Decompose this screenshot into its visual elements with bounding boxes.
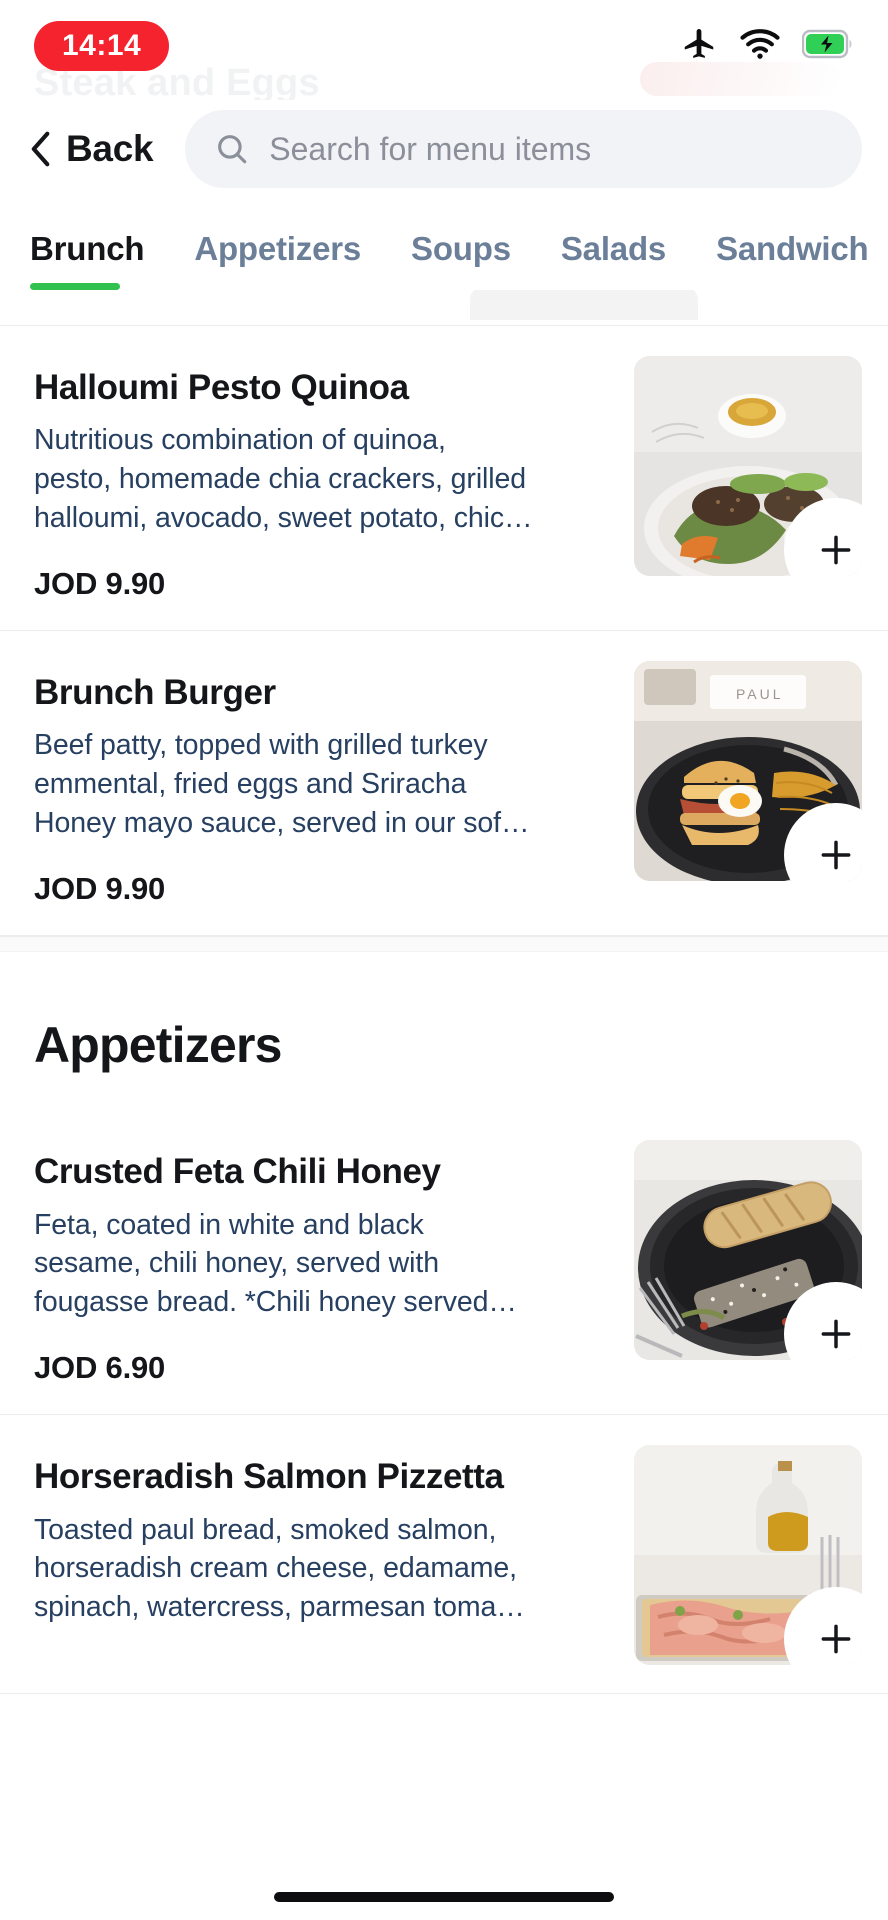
menu-item-row[interactable]: Crusted Feta Chili Honey Feta, coated in… xyxy=(0,1110,888,1416)
desc-line: horseradish cream cheese, edamame, xyxy=(34,1552,517,1585)
menu-item-info: Crusted Feta Chili Honey Feta, coated in… xyxy=(34,1140,608,1386)
menu-item-price: JOD 6.90 xyxy=(34,1350,166,1386)
search-icon xyxy=(215,132,249,166)
desc-line: Toasted paul bread, smoked salmon, xyxy=(34,1513,497,1546)
desc-line: fougasse bread. *Chili honey served… xyxy=(34,1285,517,1318)
airplane-mode-icon xyxy=(680,25,718,68)
plus-icon xyxy=(821,535,851,565)
desc-line: Beef patty, topped with grilled turkey xyxy=(34,729,488,762)
tab-label: Soups xyxy=(411,230,511,267)
app-screen: Steak and Eggs 14:14 Back Search for men… xyxy=(0,0,888,1920)
desc-line: halloumi, avocado, sweet potato, chic… xyxy=(34,501,533,534)
tab-sandwich[interactable]: Sandwich xyxy=(716,230,888,290)
menu-item-thumbnail[interactable] xyxy=(634,356,862,576)
menu-item-info: Brunch Burger Beef patty, topped with gr… xyxy=(34,661,608,907)
status-time: 14:14 xyxy=(34,21,170,71)
tab-salads[interactable]: Salads xyxy=(561,230,694,290)
search-bar[interactable] xyxy=(185,110,862,188)
menu-item-description: Feta, coated in white and black sesame, … xyxy=(34,1209,608,1325)
category-tabs: Brunch Appetizers Soups Salads Sandwich xyxy=(0,198,888,290)
scrolled-item-peek xyxy=(470,286,698,320)
menu-item-price: JOD 9.90 xyxy=(34,566,166,602)
menu-item-name: Halloumi Pesto Quinoa xyxy=(34,368,409,407)
back-button[interactable]: Back xyxy=(26,124,163,174)
plus-icon xyxy=(821,840,851,870)
back-label: Back xyxy=(66,128,154,169)
tab-label: Sandwich xyxy=(716,230,869,267)
menu-item-name: Crusted Feta Chili Honey xyxy=(34,1152,441,1192)
desc-line: emmental, fried eggs and Sriracha xyxy=(34,768,467,800)
tab-appetizers[interactable]: Appetizers xyxy=(194,230,389,290)
tab-brunch[interactable]: Brunch xyxy=(30,230,172,290)
svg-text:PAUL: PAUL xyxy=(736,686,784,702)
top-navigation-bar: Back xyxy=(0,100,888,198)
menu-item-row[interactable]: Halloumi Pesto Quinoa Nutritious combina… xyxy=(0,326,888,632)
status-bar: 14:14 xyxy=(0,0,888,92)
menu-item-name: Brunch Burger xyxy=(34,673,276,713)
menu-item-thumbnail[interactable] xyxy=(634,1140,862,1361)
active-tab-indicator xyxy=(30,283,120,290)
menu-item-description: Beef patty, topped with grilled turkey e… xyxy=(34,729,608,845)
tabs-divider xyxy=(0,325,888,326)
menu-item-info: Halloumi Pesto Quinoa Nutritious combina… xyxy=(34,356,608,602)
menu-item-name: Horseradish Salmon Pizzetta xyxy=(34,1457,504,1497)
section-title: Appetizers xyxy=(34,1017,282,1074)
section-header: Appetizers xyxy=(0,952,888,1111)
tab-label: Brunch xyxy=(30,230,145,267)
home-indicator xyxy=(274,1892,614,1902)
desc-line: Feta, coated in white and black xyxy=(34,1208,424,1241)
menu-item-row[interactable]: Horseradish Salmon Pizzetta Toasted paul… xyxy=(0,1415,888,1695)
section-separator xyxy=(0,936,888,953)
menu-item-info: Horseradish Salmon Pizzetta Toasted paul… xyxy=(34,1445,608,1629)
tab-soups[interactable]: Soups xyxy=(411,230,539,290)
menu-item-thumbnail[interactable]: PAUL xyxy=(634,661,862,882)
chevron-left-icon xyxy=(30,131,52,167)
menu-item-row[interactable]: Brunch Burger Beef patty, topped with gr… xyxy=(0,631,888,937)
menu-item-list[interactable]: Halloumi Pesto Quinoa Nutritious combina… xyxy=(0,326,888,1920)
menu-item-description: Toasted paul bread, smoked salmon, horse… xyxy=(34,1514,608,1630)
menu-item-thumbnail[interactable] xyxy=(634,1445,862,1666)
wifi-icon xyxy=(740,28,780,65)
tab-label: Salads xyxy=(560,230,667,267)
desc-line: sesame, chili honey, served with xyxy=(34,1247,439,1280)
desc-line: spinach, watercress, parmesan toma… xyxy=(34,1590,525,1623)
menu-item-price: JOD 9.90 xyxy=(34,871,166,907)
search-input[interactable] xyxy=(269,130,832,168)
plus-icon xyxy=(821,1319,851,1349)
battery-charging-icon xyxy=(801,29,854,64)
desc-line: pesto, homemade chia crackers, grilled xyxy=(34,462,527,495)
tab-label: Appetizers xyxy=(194,230,362,267)
menu-item-description: Nutritious combination of quinoa, pesto,… xyxy=(34,424,608,540)
plus-icon xyxy=(821,1624,851,1654)
status-icon-group xyxy=(680,25,854,68)
desc-line: Nutritious combination of quinoa, xyxy=(34,424,446,457)
desc-line: Honey mayo sauce, served in our sof… xyxy=(34,806,530,839)
category-tab-strip[interactable]: Brunch Appetizers Soups Salads Sandwich xyxy=(0,198,888,290)
